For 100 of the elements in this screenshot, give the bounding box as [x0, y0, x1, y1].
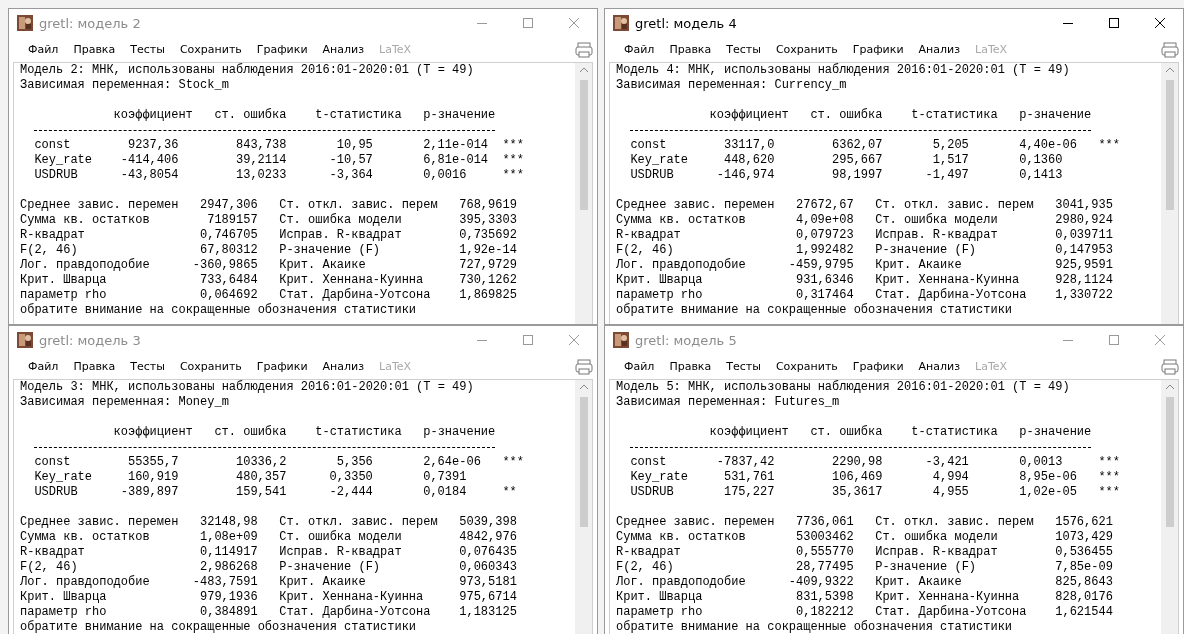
p-value: 1,02e-05: [1019, 485, 1078, 500]
app-icon: [17, 15, 33, 31]
menu-item[interactable]: Правка: [662, 41, 719, 58]
minimize-icon: [1063, 339, 1073, 341]
significance-stars: ***: [502, 168, 526, 183]
stat-label: Сумма кв. остатков: [20, 213, 151, 228]
scroll-thumb[interactable]: [579, 397, 588, 527]
menu-item[interactable]: Сохранить: [768, 358, 845, 375]
stat-label: Среднее завис. перемен: [20, 198, 180, 213]
output-text-area[interactable]: [609, 62, 1179, 324]
print-icon[interactable]: [575, 41, 593, 58]
p-value: 2,64e-06: [423, 455, 482, 470]
stat-value: 1,183125: [458, 605, 517, 620]
stat-value: -483,7591: [191, 575, 258, 590]
menu-item[interactable]: Тесты: [719, 41, 768, 58]
window-title: gretl: модель 4: [635, 15, 738, 31]
menu-item[interactable]: Файл: [617, 41, 662, 58]
stat-value: 1,992482: [795, 243, 854, 258]
coefficient-value: 9237,36: [126, 138, 179, 153]
stat-value: 931,6346: [795, 273, 854, 288]
coefficient-value: -7837,42: [715, 455, 775, 470]
column-header: t-статистика: [911, 425, 999, 440]
column-header: t-статистика: [911, 108, 999, 123]
stat-label: F(2, 46): [20, 243, 79, 258]
menu-item[interactable]: Графики: [845, 41, 911, 58]
output-text-area[interactable]: [13, 379, 593, 634]
stat-label: Крит. Акаике: [279, 575, 367, 590]
minimize-icon: [477, 339, 487, 341]
scroll-up-icon: [579, 67, 588, 72]
stat-label: параметр rho: [20, 605, 108, 620]
stat-label: Исправ. R-квадрат: [875, 545, 999, 560]
menu-item[interactable]: Анализ: [911, 358, 968, 375]
stat-label: Р-значение (F): [875, 560, 978, 575]
close-icon: [1155, 335, 1165, 345]
scroll-thumb[interactable]: [1165, 397, 1174, 527]
model-line: Модель 2: МНК, использованы наблюдения 2016:01-2020:01 (T = 49): [20, 63, 475, 78]
stat-value: 0,746705: [199, 228, 258, 243]
stat-label: Лог. правдоподобие: [616, 575, 747, 590]
stat-value: 4,09e+08: [795, 213, 854, 228]
stat-label: Среднее завис. перемен: [616, 515, 776, 530]
output-text-area[interactable]: [609, 379, 1179, 634]
t-stat-value: -3,421: [924, 455, 969, 470]
scrollbar[interactable]: [575, 63, 592, 324]
menu-item[interactable]: Графики: [249, 358, 315, 375]
stat-label: Ст. откл. завис. перем: [279, 198, 439, 213]
menu-item[interactable]: Сохранить: [172, 358, 249, 375]
std-error-value: 2290,98: [831, 455, 883, 470]
stat-label: Крит. Акаике: [875, 575, 963, 590]
stat-label: Р-значение (F): [279, 560, 382, 575]
menu-item[interactable]: Анализ: [911, 41, 968, 58]
stat-label: Исправ. R-квадрат: [279, 545, 403, 560]
menu-item[interactable]: Сохранить: [172, 41, 249, 58]
menu-item[interactable]: Тесты: [719, 358, 768, 375]
p-value: 0,1360: [1019, 153, 1064, 168]
output-text-area[interactable]: [13, 62, 593, 324]
t-stat-value: 10,95: [335, 138, 373, 153]
scrollbar[interactable]: [1161, 380, 1178, 634]
scrollbar[interactable]: [575, 380, 592, 634]
menu-item[interactable]: Правка: [66, 358, 123, 375]
stat-label: Ст. ошибка модели: [279, 213, 403, 228]
menu-item[interactable]: Тесты: [123, 358, 172, 375]
menu-item[interactable]: Файл: [21, 41, 66, 58]
column-header: ст. ошибка: [214, 425, 288, 440]
column-header: р-значение: [1019, 108, 1093, 123]
scroll-thumb[interactable]: [1165, 80, 1174, 210]
coefficient-value: 531,761: [722, 470, 775, 485]
menu-item[interactable]: Файл: [617, 358, 662, 375]
column-header: коэффициент: [709, 108, 790, 123]
t-stat-value: 4,994: [931, 470, 969, 485]
stat-value: 1,869825: [458, 288, 517, 303]
significance-stars: ***: [1098, 485, 1122, 500]
menu-item[interactable]: Анализ: [315, 358, 372, 375]
stat-value: 928,1124: [1054, 273, 1113, 288]
column-header: р-значение: [423, 108, 497, 123]
print-icon[interactable]: [575, 358, 593, 375]
stat-value: 4842,976: [458, 530, 517, 545]
menu-item[interactable]: Правка: [662, 358, 719, 375]
dependent-variable-line: Зависимая переменная: Futures_m: [616, 395, 841, 410]
std-error-value: 35,3617: [831, 485, 883, 500]
stat-value: 0,555770: [795, 545, 854, 560]
variable-name: USDRUB: [630, 168, 675, 183]
menu-item[interactable]: Анализ: [315, 41, 372, 58]
print-icon[interactable]: [1161, 358, 1179, 375]
stat-value: 28,77495: [795, 560, 854, 575]
stat-value: 727,9729: [458, 258, 517, 273]
menu-item[interactable]: Графики: [845, 358, 911, 375]
stat-label: F(2, 46): [616, 243, 675, 258]
print-icon[interactable]: [1161, 41, 1179, 58]
stat-value: 1,621544: [1054, 605, 1113, 620]
p-value: 0,0016: [423, 168, 468, 183]
menu-item[interactable]: Правка: [66, 41, 123, 58]
stat-value: 0,114917: [199, 545, 258, 560]
menu-item[interactable]: Сохранить: [768, 41, 845, 58]
scrollbar[interactable]: [1161, 63, 1178, 324]
stat-label: Крит. Хеннана-Куинна: [279, 590, 425, 605]
menu-item[interactable]: Файл: [21, 358, 66, 375]
scroll-thumb[interactable]: [579, 80, 588, 210]
menu-item[interactable]: Тесты: [123, 41, 172, 58]
menu-item[interactable]: Графики: [249, 41, 315, 58]
variable-name: const: [34, 455, 72, 470]
